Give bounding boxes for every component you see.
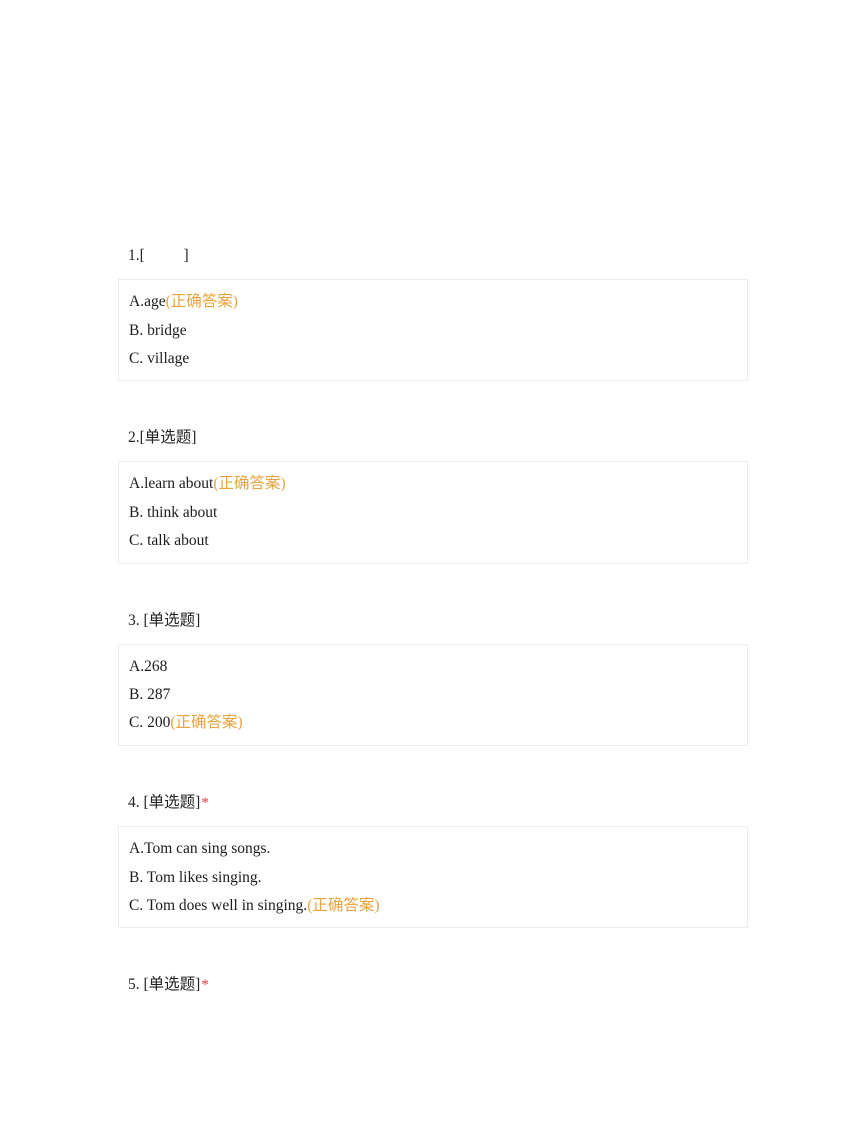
option-row[interactable]: B. 287 <box>119 685 747 704</box>
option-label: A.learn about <box>129 475 214 493</box>
question-header: 3. [单选题] <box>118 611 748 631</box>
question-index: 2. <box>128 429 140 447</box>
correct-answer-tag: (正确答案) <box>170 714 243 732</box>
option-row[interactable]: B. think about <box>119 503 747 522</box>
quiz-page: 1.[ ] A.age(正确答案) B. bridge C. village 2.[单选… <box>0 0 867 1122</box>
correct-answer-tag: (正确答案) <box>307 897 380 915</box>
option-row[interactable]: C. 200(正确答案) <box>119 713 747 732</box>
option-label: B. Tom likes singing. <box>129 868 262 886</box>
question-block: 3. [单选题] A.268 B. 287 C. 200(正确答案) <box>118 611 748 793</box>
options-box: A.Tom can sing songs. B. Tom likes singin… <box>118 826 748 929</box>
option-row[interactable]: A.268 <box>119 657 747 676</box>
question-type-tag: [单选题] <box>139 976 201 994</box>
question-block: 5. [单选题]* <box>118 975 748 996</box>
question-index: 4. <box>128 793 140 811</box>
option-label: B. 287 <box>129 686 171 704</box>
correct-answer-tag: (正确答案) <box>213 475 286 493</box>
option-row[interactable]: A.learn about(正确答案) <box>119 474 747 493</box>
option-label: A.Tom can sing songs. <box>129 840 271 858</box>
question-type-tag: [单选题] <box>139 611 201 629</box>
question-block: 1.[ ] A.age(正确答案) B. bridge C. village <box>118 246 748 428</box>
options-box: A.268 B. 287 C. 200(正确答案) <box>118 643 748 746</box>
option-label: B. bridge <box>129 321 187 339</box>
option-row[interactable]: C. talk about <box>119 531 747 550</box>
question-type-tag: [ ] <box>139 247 189 264</box>
question-index: 3. <box>128 611 140 629</box>
question-header: 5. [单选题]* <box>118 975 748 996</box>
option-label: B. think about <box>129 503 218 521</box>
option-label: C. Tom does well in singing. <box>129 897 308 915</box>
required-asterisk: * <box>201 794 209 811</box>
option-row[interactable]: B. Tom likes singing. <box>119 868 747 887</box>
required-asterisk: * <box>201 977 209 994</box>
question-type-tag: [单选题] <box>139 429 197 447</box>
option-row[interactable]: B. bridge <box>119 321 747 340</box>
question-header: 4. [单选题]* <box>118 793 748 814</box>
option-label: C. 200 <box>129 714 171 732</box>
option-label: C. village <box>129 349 190 367</box>
option-row[interactable]: A.age(正确答案) <box>119 292 747 311</box>
option-label: A.268 <box>129 657 168 675</box>
question-header: 2.[单选题] <box>118 428 748 448</box>
option-label: A.age <box>129 293 166 311</box>
question-index: 1. <box>128 247 140 264</box>
option-row[interactable]: C. village <box>119 349 747 368</box>
question-block: 2.[单选题] A.learn about(正确答案) B. think about… <box>118 428 748 610</box>
question-block: 4. [单选题]* A.Tom can sing songs. B. Tom lik… <box>118 793 748 976</box>
question-type-tag: [单选题] <box>139 793 201 811</box>
option-row[interactable]: A.Tom can sing songs. <box>119 839 747 858</box>
option-row[interactable]: C. Tom does well in singing.(正确答案) <box>119 896 747 915</box>
question-header: 1.[ ] <box>118 246 748 266</box>
option-label: C. talk about <box>129 532 209 550</box>
question-list: 1.[ ] A.age(正确答案) B. bridge C. village 2.[单选… <box>118 246 748 996</box>
options-box: A.learn about(正确答案) B. think about C. talk… <box>118 461 748 564</box>
question-index: 5. <box>128 976 140 994</box>
correct-answer-tag: (正确答案) <box>165 293 238 311</box>
options-box: A.age(正确答案) B. bridge C. village <box>118 279 748 382</box>
